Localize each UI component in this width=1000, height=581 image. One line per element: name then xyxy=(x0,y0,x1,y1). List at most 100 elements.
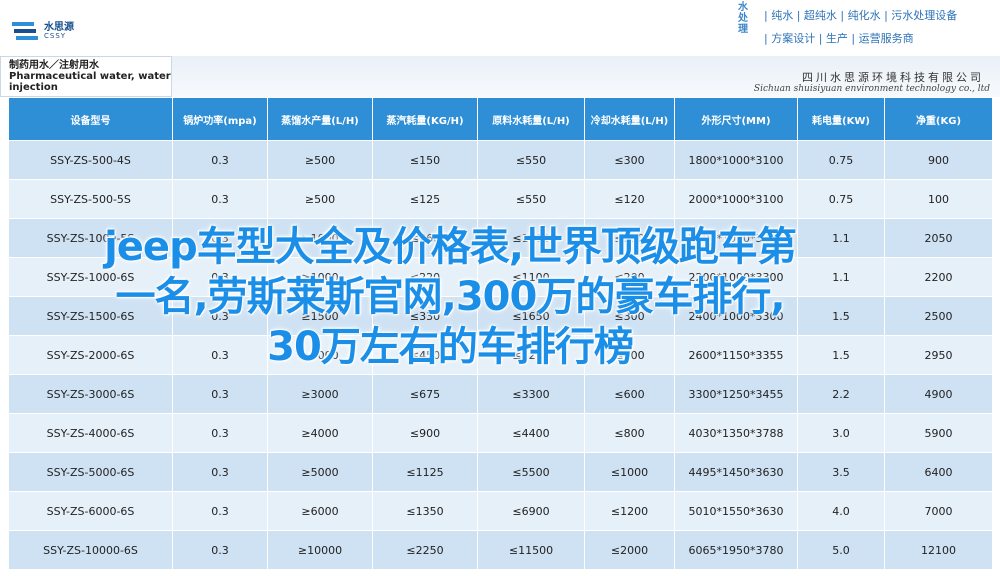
table-cell: ≤5500 xyxy=(477,452,585,492)
table-row: SSY-ZS-10000-6S 0.3 ≥10000 ≤2250 ≤11500 ≤2000… xyxy=(8,530,993,570)
table-cell: 5900 xyxy=(884,413,993,453)
table-cell: ≥500 xyxy=(267,140,373,180)
table-cell: ≤2250 xyxy=(372,530,478,570)
table-header-row: 设备型号 锅炉功率(mpa) 蒸馏水产量(L/H) 蒸汽耗量(KG/H) 原料水… xyxy=(8,97,993,141)
company-logo[interactable]: 水思源 CSSY xyxy=(12,16,102,48)
logo-name-en: CSSY xyxy=(44,32,67,40)
product-title-en-2: injection xyxy=(9,82,58,93)
table-cell: ≤125 xyxy=(372,179,478,219)
header-cooling-water: 冷却水耗量(L/H) xyxy=(584,97,675,141)
header-steam-consumption: 蒸汽耗量(KG/H) xyxy=(372,97,478,141)
table-cell: 7000 xyxy=(884,491,993,531)
table-cell: 4.0 xyxy=(797,491,885,531)
company-strip: 四川水思源环境科技有限公司 Sichuan shuisiyuan environ… xyxy=(172,56,1000,97)
table-row: SSY-ZS-3000-6S 0.3 ≥3000 ≤675 ≤3300 ≤600 3300*… xyxy=(8,374,993,414)
header-boiler-power: 锅炉功率(mpa) xyxy=(172,97,268,141)
table-cell: 2.2 xyxy=(797,374,885,414)
table-cell: ≥500 xyxy=(267,179,373,219)
table-cell: 2200 xyxy=(884,257,993,297)
header-net-weight: 净重(KG) xyxy=(884,97,993,141)
table-cell: ≤1000 xyxy=(584,452,675,492)
table-cell: 3.5 xyxy=(797,452,885,492)
table-cell: ≤11500 xyxy=(477,530,585,570)
table-cell: ≤550 xyxy=(477,140,585,180)
table-cell: 3.0 xyxy=(797,413,885,453)
table-cell: 5.0 xyxy=(797,530,885,570)
table-row: SSY-ZS-4000-6S 0.3 ≥4000 ≤900 ≤4400 ≤800 4030*… xyxy=(8,413,993,453)
table-cell: 0.3 xyxy=(172,530,268,570)
table-cell: ≤3300 xyxy=(477,374,585,414)
table-cell: ≤600 xyxy=(584,374,675,414)
product-banner: 制药用水／注射用水 Pharmaceutical water, water fo… xyxy=(0,56,1000,97)
table-cell: ≤2000 xyxy=(584,530,675,570)
model-cell: SSY-ZS-6000-6S xyxy=(8,491,173,531)
model-cell: SSY-ZS-5000-6S xyxy=(8,452,173,492)
table-cell: ≤300 xyxy=(584,140,675,180)
company-name-cn: 四川水思源环境科技有限公司 xyxy=(802,71,984,84)
table-cell: 0.3 xyxy=(172,413,268,453)
table-cell: ≤550 xyxy=(477,179,585,219)
table-cell: ≤1350 xyxy=(372,491,478,531)
table-cell: 5010*1550*3630 xyxy=(674,491,798,531)
table-cell: ≥6000 xyxy=(267,491,373,531)
table-cell: 100 xyxy=(884,179,993,219)
table-cell: ≤675 xyxy=(372,374,478,414)
table-cell: 1800*1000*3100 xyxy=(674,140,798,180)
table-cell: 4495*1450*3630 xyxy=(674,452,798,492)
table-cell: 2950 xyxy=(884,335,993,375)
header-model: 设备型号 xyxy=(8,97,173,141)
header-distilled-output: 蒸馏水产量(L/H) xyxy=(267,97,373,141)
product-title-en-1: Pharmaceutical water, water for xyxy=(9,71,191,82)
table-cell: ≤800 xyxy=(584,413,675,453)
table-cell: ≤1200 xyxy=(584,491,675,531)
table-cell: ≤4400 xyxy=(477,413,585,453)
table-cell: ≤120 xyxy=(584,179,675,219)
table-row: SSY-ZS-5000-6S 0.3 ≥5000 ≤1125 ≤5500 ≤1000 449… xyxy=(8,452,993,492)
table-cell: 0.3 xyxy=(172,374,268,414)
table-cell: ≥10000 xyxy=(267,530,373,570)
table-cell: 6400 xyxy=(884,452,993,492)
table-cell: 2000*1000*3100 xyxy=(674,179,798,219)
table-cell: ≥4000 xyxy=(267,413,373,453)
overlay-line-3: 30万左右的车排行榜 xyxy=(267,324,634,370)
table-row: SSY-ZS-500-5S 0.3 ≥500 ≤125 ≤550 ≤120 2000*100… xyxy=(8,179,993,219)
product-title: 制药用水／注射用水 Pharmaceutical water, water fo… xyxy=(0,56,191,97)
overlay-line-1: jeep车型大全及价格表,世界顶级跑车第 xyxy=(104,224,797,270)
top-header: 水思源 CSSY 水处理 | 纯水 | 超纯水 | 纯化水 | 污水处理设备 |… xyxy=(0,0,1000,57)
model-cell: SSY-ZS-500-4S xyxy=(8,140,173,180)
header-power-consumption: 耗电量(KW) xyxy=(797,97,885,141)
table-cell: 0.3 xyxy=(172,491,268,531)
table-cell: ≥3000 xyxy=(267,374,373,414)
table-cell: 0.3 xyxy=(172,179,268,219)
model-cell: SSY-ZS-500-5S xyxy=(8,179,173,219)
table-cell: 12100 xyxy=(884,530,993,570)
company-name-en: Sichuan shuisiyuan environment technolog… xyxy=(753,84,990,94)
table-cell: 900 xyxy=(884,140,993,180)
table-row: SSY-ZS-500-4S 0.3 ≥500 ≤150 ≤550 ≤300 1800*100… xyxy=(8,140,993,180)
table-cell: 6065*1950*3780 xyxy=(674,530,798,570)
table-cell: 0.3 xyxy=(172,140,268,180)
table-cell: 0.75 xyxy=(797,179,885,219)
table-row: SSY-ZS-6000-6S 0.3 ≥6000 ≤1350 ≤6900 ≤1200 501… xyxy=(8,491,993,531)
table-cell: ≤150 xyxy=(372,140,478,180)
table-cell: 3300*1250*3455 xyxy=(674,374,798,414)
overlay-headline: jeep车型大全及价格表,世界顶级跑车第 一名,劳斯莱斯官网,300万的豪车排行… xyxy=(20,222,880,372)
table-cell: ≤1125 xyxy=(372,452,478,492)
table-cell: 0.75 xyxy=(797,140,885,180)
model-cell: SSY-ZS-3000-6S xyxy=(8,374,173,414)
table-cell: 4030*1350*3788 xyxy=(674,413,798,453)
header-raw-water: 原料水耗量(L/H) xyxy=(477,97,585,141)
model-cell: SSY-ZS-10000-6S xyxy=(8,530,173,570)
logo-name-cn: 水思源 xyxy=(44,22,74,33)
table-cell: 4900 xyxy=(884,374,993,414)
table-cell: ≥5000 xyxy=(267,452,373,492)
header-vertical-label: 水处理 xyxy=(738,2,748,35)
table-cell: 0.3 xyxy=(172,452,268,492)
overlay-line-2: 一名,劳斯莱斯官网,300万的豪车排行, xyxy=(115,274,785,320)
table-cell: 2500 xyxy=(884,296,993,336)
table-cell: ≤900 xyxy=(372,413,478,453)
services-line-1: | 纯水 | 超纯水 | 纯化水 | 污水处理设备 xyxy=(764,9,958,22)
header-dimensions: 外形尺寸(MM) xyxy=(674,97,798,141)
services-line-2: | 方案设计 | 生产 | 运营服务商 xyxy=(764,32,914,45)
water-drop-logo-icon xyxy=(12,22,38,40)
